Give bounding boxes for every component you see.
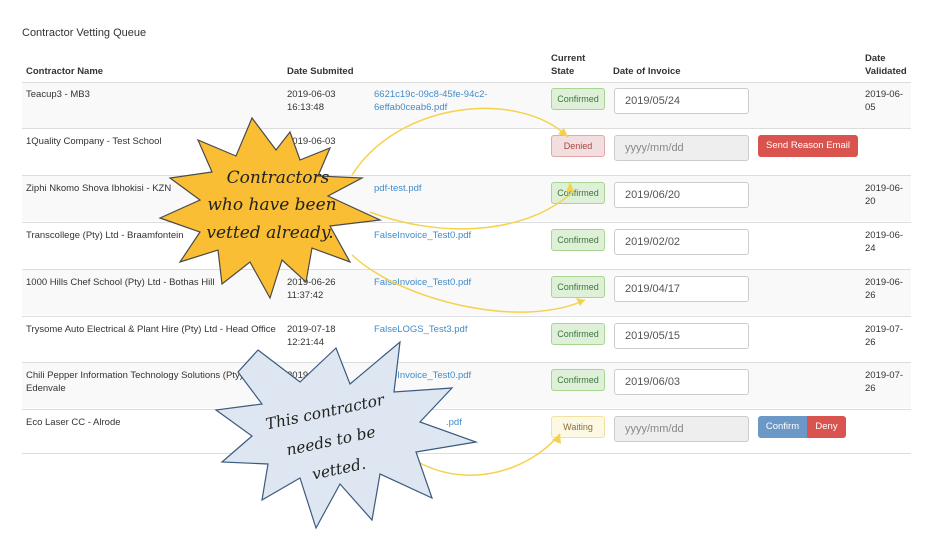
arrow-to-row3 [369,190,575,230]
arrow-to-denied [351,107,569,176]
vetted-callout-line3: vetted already. [206,223,333,243]
vetted-callout-line2: who have been [207,195,336,215]
vetted-callout-text: Contractors who have been vetted already… [206,168,336,243]
vetted-arrowheads [558,128,585,306]
vetted-arrows [351,107,586,313]
arrow-to-row5 [351,254,586,313]
arrowhead-row3 [566,182,574,192]
annotation-overlay: Contractors who have been vetted already… [158,107,586,530]
arrowhead-row5 [576,298,585,306]
vetted-callout-line1: Contractors [227,168,330,188]
needs-vetting-arrowhead [552,434,561,444]
